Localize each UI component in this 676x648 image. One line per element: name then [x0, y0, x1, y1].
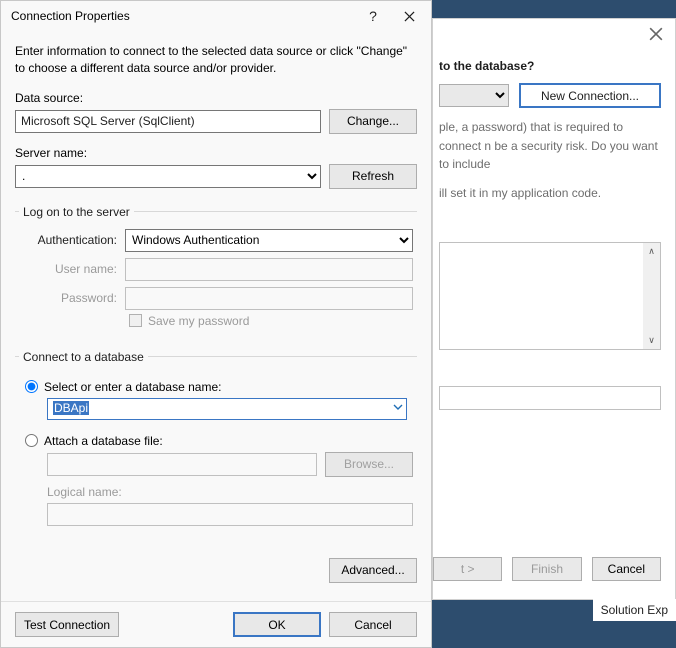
connection-properties-dialog: Connection Properties ? Enter informatio…	[0, 0, 432, 648]
data-source-label: Data source:	[15, 91, 417, 105]
cancel-button[interactable]: Cancel	[329, 612, 417, 637]
connection-string-box: ∧∨	[439, 242, 661, 350]
radio-attach-file-label: Attach a database file:	[44, 434, 163, 448]
connect-database-group: Connect to a database Select or enter a …	[15, 350, 417, 532]
data-source-field	[15, 110, 321, 133]
logon-group: Log on to the server Authentication: Win…	[15, 205, 417, 334]
change-button[interactable]: Change...	[329, 109, 417, 134]
username-label: User name:	[25, 262, 117, 276]
radio-select-db-label: Select or enter a database name:	[44, 380, 221, 394]
wizard-textbox[interactable]	[439, 386, 661, 410]
cancel-button-wizard[interactable]: Cancel	[592, 557, 661, 581]
radio-attach-file[interactable]	[25, 434, 38, 447]
help-icon[interactable]: ?	[355, 1, 391, 31]
logon-legend: Log on to the server	[19, 205, 134, 219]
next-button[interactable]: t >	[433, 557, 502, 581]
save-password-label: Save my password	[148, 314, 249, 328]
dialog-footer: Test Connection OK Cancel	[1, 601, 431, 647]
authentication-select[interactable]: Windows Authentication	[125, 229, 413, 252]
dialog-title: Connection Properties	[11, 9, 355, 23]
ok-button[interactable]: OK	[233, 612, 321, 637]
server-name-combo[interactable]: .	[15, 165, 321, 188]
finish-button: Finish	[512, 557, 581, 581]
logical-name-field	[47, 503, 413, 526]
titlebar: Connection Properties ?	[1, 1, 431, 31]
wizard-dialog-behind: to the database? New Connection... ple, …	[432, 18, 676, 600]
new-connection-button[interactable]: New Connection...	[519, 83, 661, 108]
browse-button: Browse...	[325, 452, 413, 477]
close-icon[interactable]	[649, 27, 663, 44]
solution-explorer-tab[interactable]: Solution Exp	[593, 599, 676, 621]
connect-database-legend: Connect to a database	[19, 350, 148, 364]
close-icon[interactable]	[391, 1, 427, 31]
radio-select-db[interactable]	[25, 380, 38, 393]
password-field	[125, 287, 413, 310]
wizard-radio-text: ill set it in my application code.	[439, 186, 661, 200]
advanced-button[interactable]: Advanced...	[329, 558, 417, 583]
scrollbar[interactable]: ∧∨	[643, 243, 660, 349]
database-name-value: DBApi	[53, 401, 89, 415]
attach-file-field	[47, 453, 317, 476]
intro-text: Enter information to connect to the sele…	[15, 43, 417, 77]
save-password-checkbox	[129, 314, 142, 327]
database-name-combo[interactable]: DBApi	[47, 398, 407, 420]
test-connection-button[interactable]: Test Connection	[15, 612, 119, 637]
connection-select[interactable]	[439, 84, 509, 107]
authentication-label: Authentication:	[25, 233, 117, 247]
server-name-label: Server name:	[15, 146, 417, 160]
wizard-heading: to the database?	[439, 59, 661, 73]
app-background-strip-top	[432, 0, 676, 18]
chevron-down-icon[interactable]	[393, 402, 403, 415]
refresh-button[interactable]: Refresh	[329, 164, 417, 189]
wizard-warning-text: ple, a password) that is required to con…	[439, 118, 661, 174]
logical-name-label: Logical name:	[47, 485, 413, 499]
password-label: Password:	[25, 291, 117, 305]
username-field	[125, 258, 413, 281]
